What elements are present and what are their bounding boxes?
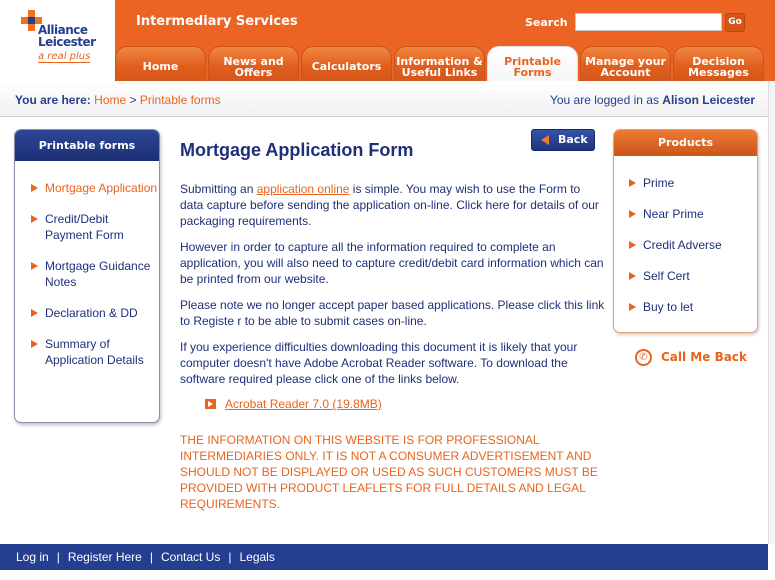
arrow-right-icon — [31, 215, 38, 223]
login-status-prefix: You are logged in as — [549, 93, 659, 107]
sidebar-item-label: Declaration & DD — [45, 306, 138, 320]
product-item-credit-adverse[interactable]: Credit Adverse — [629, 238, 757, 269]
arrow-right-icon — [629, 272, 636, 280]
footer-separator: | — [56, 550, 60, 564]
phone-icon: ✆ — [635, 349, 652, 366]
tab-manage-your-account[interactable]: Manage your Account — [580, 46, 671, 81]
tab-information-useful-links[interactable]: Information & Useful Links — [394, 46, 485, 81]
call-me-back-button[interactable]: ✆ Call Me Back — [635, 349, 747, 366]
products-list: Prime Near Prime Credit Adverse Self Cer… — [614, 156, 757, 331]
sidebar-item-label: Mortgage Application — [45, 181, 158, 195]
page-right-edge — [768, 81, 775, 544]
sidebar-item-declaration-dd[interactable]: Declaration & DD — [31, 305, 159, 321]
acrobat-download-label: Acrobat Reader 7.0 (19.8MB) — [225, 397, 382, 411]
logo-tagline-text: a real plus — [38, 51, 91, 63]
back-button[interactable]: Back — [531, 129, 595, 151]
intro-paragraph: Submitting an application online is simp… — [180, 181, 605, 229]
arrow-right-icon — [629, 303, 636, 311]
product-label: Near Prime — [643, 207, 704, 221]
sidebar-item-label: Mortgage Guidance Notes — [45, 259, 151, 289]
search-go-button[interactable]: Go — [725, 13, 745, 32]
arrow-right-icon — [629, 241, 636, 249]
tab-home[interactable]: Home — [115, 46, 206, 81]
acrobat-download-link[interactable]: Acrobat Reader 7.0 (19.8MB) — [205, 397, 382, 411]
disclaimer: THE INFORMATION ON THIS WEBSITE IS FOR P… — [180, 433, 598, 511]
tab-printable-forms[interactable]: Printable Forms — [487, 46, 578, 81]
logo[interactable]: Alliance Leicester a real plus — [0, 0, 115, 81]
arrow-right-icon — [31, 184, 38, 192]
sidebar-list: Mortgage Application Credit/Debit Paymen… — [15, 161, 159, 368]
footer-legals-link[interactable]: Legals — [239, 550, 274, 564]
breadcrumb-label: You are here: — [15, 93, 91, 107]
arrow-right-icon — [629, 179, 636, 187]
printable-forms-sidebar: Printable forms Mortgage Application Cre… — [14, 129, 160, 423]
arrow-right-icon — [629, 210, 636, 218]
logo-name-line2: Leicester — [38, 35, 96, 49]
footer-login-link[interactable]: Log in — [16, 550, 49, 564]
breadcrumb-printable-forms[interactable]: Printable forms — [140, 93, 221, 107]
page-title: Mortgage Application Form — [180, 140, 414, 160]
product-label: Prime — [643, 176, 675, 190]
logged-in-user: Alison Leicester — [662, 93, 755, 107]
footer-separator: | — [228, 550, 232, 564]
acrobat-paragraph: If you experience difficulties downloadi… — [180, 340, 578, 386]
breadcrumb-home[interactable]: Home — [94, 93, 126, 107]
header: Intermediary Services Search Go Home New… — [115, 0, 775, 81]
arrow-right-icon — [31, 309, 38, 317]
capture-info-paragraph: However in order to capture all the info… — [180, 240, 604, 286]
register-paragraph: Please note we no longer accept paper ba… — [180, 298, 605, 328]
arrow-left-icon — [541, 135, 549, 145]
products-title: Products — [614, 130, 757, 156]
tab-calculators[interactable]: Calculators — [301, 46, 392, 81]
breadcrumb-bar: You are here: Home > Printable forms You… — [0, 81, 768, 117]
footer-register-link[interactable]: Register Here — [68, 550, 142, 564]
product-label: Buy to let — [643, 300, 694, 314]
product-item-self-cert[interactable]: Self Cert — [629, 269, 757, 300]
logo-tagline: a real plus — [38, 51, 91, 63]
sidebar-item-mortgage-guidance-notes[interactable]: Mortgage Guidance Notes — [31, 258, 159, 290]
product-label: Self Cert — [643, 269, 690, 283]
intro-text: Submitting an — [180, 182, 257, 196]
login-status: You are logged in as Alison Leicester — [550, 93, 755, 107]
application-online-link[interactable]: application online — [257, 182, 350, 196]
product-item-buy-to-let[interactable]: Buy to let — [629, 300, 757, 331]
search-input[interactable] — [575, 13, 722, 31]
breadcrumb: You are here: Home > Printable forms — [15, 93, 221, 107]
footer-contact-link[interactable]: Contact Us — [161, 550, 220, 564]
call-me-back-label: Call Me Back — [661, 350, 747, 364]
product-item-near-prime[interactable]: Near Prime — [629, 207, 757, 238]
sidebar-item-label: Credit/Debit Payment Form — [45, 212, 124, 242]
footer-separator: | — [149, 550, 153, 564]
breadcrumb-separator: > — [129, 93, 137, 107]
footer: Log in | Register Here | Contact Us | Legals — [0, 544, 768, 570]
arrow-right-icon — [31, 340, 38, 348]
sidebar-item-label: Summary of Application Details — [45, 337, 144, 367]
tab-news-and-offers[interactable]: News and Offers — [208, 46, 299, 81]
arrow-right-icon — [31, 262, 38, 270]
products-sidebar: Products Prime Near Prime Credit Adverse… — [613, 129, 758, 333]
sidebar-item-summary-of-application[interactable]: Summary of Application Details — [31, 336, 159, 368]
sidebar-item-credit-debit-payment-form[interactable]: Credit/Debit Payment Form — [31, 211, 159, 243]
tab-decision-messages[interactable]: Decision Messages — [673, 46, 764, 81]
sidebar-item-mortgage-application[interactable]: Mortgage Application — [31, 180, 159, 196]
product-item-prime[interactable]: Prime — [629, 176, 757, 207]
site-title: Intermediary Services — [136, 14, 298, 29]
sidebar-title: Printable forms — [15, 130, 159, 161]
product-label: Credit Adverse — [643, 238, 722, 252]
play-bullet-icon — [205, 399, 216, 409]
back-button-label: Back — [558, 133, 588, 146]
logo-name: Alliance Leicester — [38, 24, 96, 48]
search-label: Search — [525, 16, 568, 29]
main-nav-tabs: Home News and Offers Calculators Informa… — [115, 46, 775, 81]
